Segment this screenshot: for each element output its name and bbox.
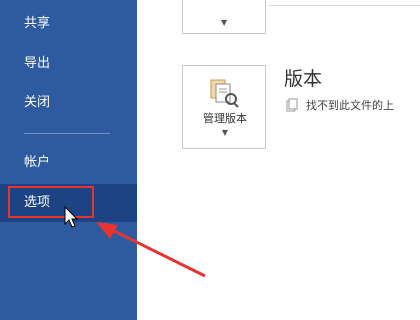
sidebar-item-label: 共享	[24, 16, 51, 31]
document-icon	[286, 98, 298, 111]
sidebar-item-label: 帐户	[24, 155, 51, 170]
backstage-sidebar: 共享 导出 关闭 帐户 选项	[0, 0, 137, 320]
manage-versions-label: 管理版本	[203, 112, 247, 125]
sidebar-item-export[interactable]: 导出	[0, 45, 137, 83]
mouse-cursor-icon	[64, 206, 79, 228]
sidebar-item-label: 导出	[24, 56, 51, 71]
versions-title: 版本	[284, 68, 323, 90]
sidebar-item-account[interactable]: 帐户	[0, 144, 137, 182]
manage-versions-icon	[210, 79, 239, 108]
sidebar-item-label: 关闭	[24, 95, 51, 110]
sidebar-item-share[interactable]: 共享	[0, 5, 137, 43]
sidebar-item-close[interactable]: 关闭	[0, 84, 137, 122]
chevron-down-icon: ▼	[221, 128, 229, 137]
versions-info-row: 找不到此文件的上	[286, 94, 394, 112]
sidebar-divider	[24, 133, 110, 134]
top-divider-line	[268, 5, 420, 6]
manage-versions-button[interactable]: 管理版本 ▼	[182, 65, 266, 149]
chevron-down-icon: ▼	[221, 18, 228, 27]
top-partial-button[interactable]: ▼	[182, 0, 266, 34]
versions-info-text: 找不到此文件的上	[306, 98, 394, 112]
annotation-highlight-box	[8, 186, 94, 218]
